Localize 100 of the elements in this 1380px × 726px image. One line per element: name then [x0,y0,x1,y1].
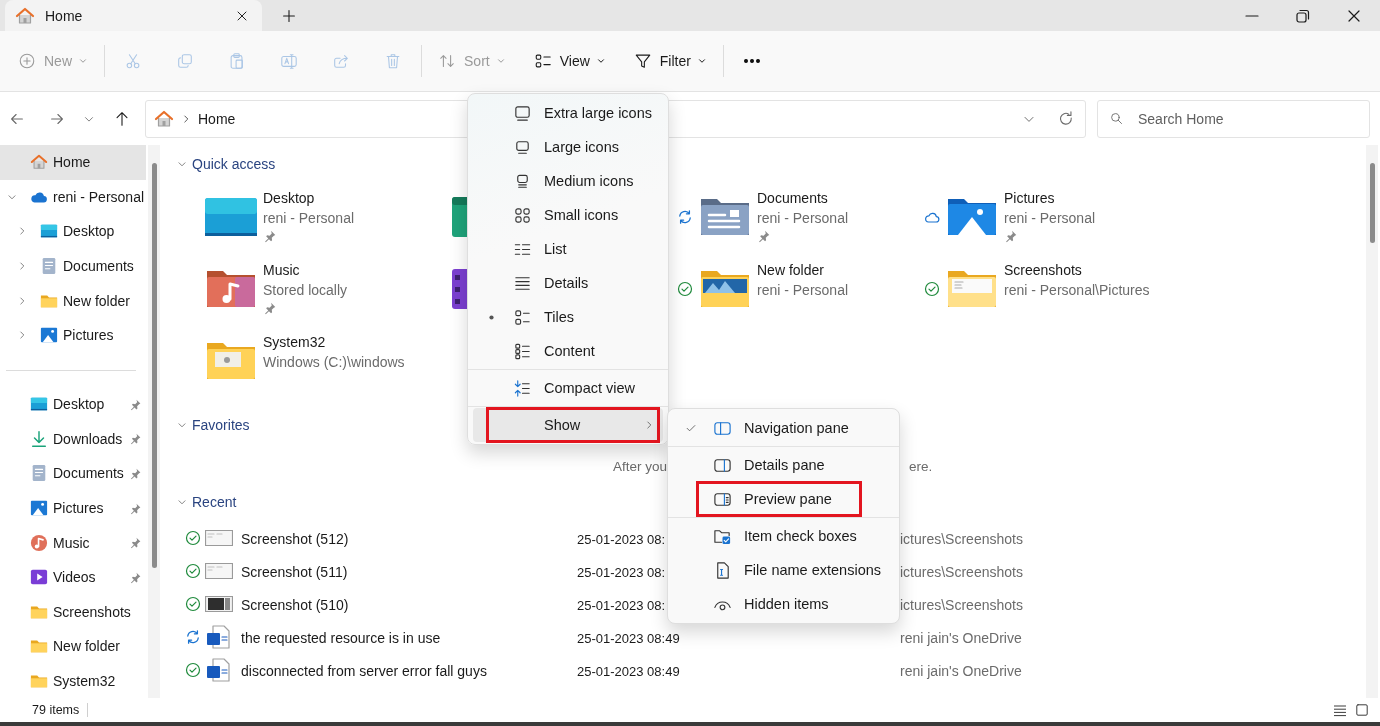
add-icon [18,52,36,70]
content-icon [513,341,532,361]
file-name[interactable]: Screenshot (511) [241,564,348,580]
modified-date: 25-01-2023 08:49 [577,663,680,679]
music-icon [30,533,48,552]
nav-item[interactable]: Downloads [0,421,146,457]
section-title[interactable]: Recent [192,494,237,510]
screenshot-thumbnail-icon [205,527,233,548]
menu-item[interactable]: Compact view [473,371,663,405]
menu-item[interactable]: Preview pane [673,482,894,516]
nav-item[interactable]: Pictures [0,490,146,526]
search-icon [1109,110,1124,126]
desktop-folder-icon[interactable] [205,195,257,239]
caret-icon [595,56,606,66]
menu-item[interactable]: File name extensions [673,553,894,587]
scrollbar[interactable] [1369,163,1375,243]
nav-item[interactable]: System32 [0,663,146,699]
refresh-icon[interactable] [1057,109,1075,128]
document-icon [205,624,233,649]
folder-location: reni - Personal [757,209,849,228]
menu-item[interactable]: Large icons [473,130,663,164]
filter-button[interactable]: Filter [625,41,715,81]
nav-item[interactable]: Desktop [0,386,146,422]
folder-location: Stored locally [263,281,348,300]
screenshot-thumbnail-icon [205,593,233,614]
picture-icon [30,499,48,518]
search-field[interactable]: Search Home [1097,99,1370,138]
large-icons-view-icon[interactable] [1354,702,1370,718]
monitor-icon [513,103,532,123]
folder-location: Windows (C:)\windows [263,353,405,372]
file-location: ictures\Screenshots [900,531,1023,547]
folder-name[interactable]: Pictures [1004,188,1055,208]
caret-icon [78,56,88,66]
document-icon [40,257,58,276]
file-location: reni jain's OneDrive [900,630,1022,646]
nav-item[interactable]: Desktop [0,214,146,249]
breadcrumb-item[interactable]: Home [198,110,236,127]
file-name[interactable]: Screenshot (512) [241,531,349,547]
home-icon [15,5,35,26]
folder-name[interactable]: System32 [263,332,326,352]
nav-item[interactable]: Screenshots [0,594,146,630]
menu-item[interactable]: Show [473,408,663,442]
up-icon[interactable] [113,109,131,128]
item-count: 79 items [32,703,80,717]
nav-item[interactable]: Pictures [0,317,146,353]
nav-item[interactable]: Home [0,145,146,180]
nav-item[interactable]: New folder [0,283,146,318]
modified-date: 25-01-2023 08: [577,564,666,580]
video-icon [30,568,48,587]
menu-item[interactable]: Small icons [473,198,663,232]
menu-item[interactable]: Navigation pane [673,411,894,445]
file-location: ictures\Screenshots [900,564,1023,580]
folder-location: reni - Personal [263,209,355,228]
nav-item[interactable]: Documents [0,456,146,491]
menu-item[interactable]: Details pane [673,448,894,482]
folder-name[interactable]: New folder [757,260,824,280]
view-button[interactable]: View [525,41,614,81]
modified-date: 25-01-2023 08: [577,531,666,547]
nav-item[interactable]: Music [0,525,146,560]
menu-item[interactable]: Content [473,334,663,368]
menu-item[interactable]: Medium icons [473,164,663,198]
document-icon [205,657,233,682]
menu-item[interactable]: List [473,232,663,266]
download-icon [30,429,48,448]
picture-icon [40,326,58,345]
folder-location: reni - Personal [757,281,849,300]
nav-item[interactable]: Videos [0,559,146,595]
modified-date: 25-01-2023 08: [577,597,666,613]
folder-name[interactable]: Music [263,260,300,280]
folder-icon[interactable] [452,267,467,311]
menu-item[interactable]: Item check boxes [673,519,894,553]
home-icon [154,108,174,129]
screenshot-thumbnail-icon [205,560,233,581]
scrollbar[interactable] [151,163,157,568]
section-title[interactable]: Favorites [192,417,250,433]
folder-name[interactable]: Desktop [263,188,315,208]
menu-item[interactable]: Tiles [473,300,663,334]
folder-name[interactable]: Documents [757,188,828,208]
menu-item[interactable]: Hidden items [673,587,894,621]
file-name[interactable]: the requested resource is in use [241,630,441,646]
folder-name[interactable]: Screenshots [1004,260,1082,280]
file-name[interactable]: Screenshot (510) [241,597,349,613]
menu-item[interactable]: Details [473,266,663,300]
section-title[interactable]: Quick access [192,156,276,172]
browser-tab[interactable]: Home [5,0,262,31]
file-name[interactable]: disconnected from server error fall guys [241,663,487,679]
menu-item[interactable]: Extra large icons [473,96,663,130]
folder-icon[interactable] [452,195,467,239]
caret-icon [495,56,506,66]
file-location: ictures\Screenshots [900,597,1023,613]
nav-item[interactable]: reni - Personal [0,179,146,215]
nav-item[interactable]: New folder [0,629,146,664]
nav-item[interactable]: Documents [0,248,146,284]
filter-icon [633,52,652,70]
compact-icon [513,378,532,398]
file-location: reni jain's OneDrive [900,663,1022,679]
sort-icon [438,52,456,70]
tiles-icon [513,307,532,327]
details-view-icon[interactable] [1332,702,1348,718]
grid-icon [513,205,532,225]
